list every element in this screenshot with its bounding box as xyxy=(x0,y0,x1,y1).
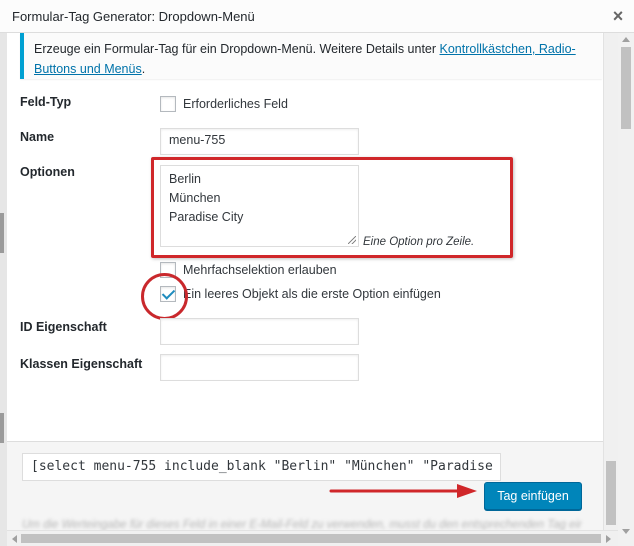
page-vertical-scrollbar[interactable] xyxy=(618,33,634,546)
scrollbar-thumb[interactable] xyxy=(21,534,601,543)
notice-text: Erzeuge ein Formular-Tag für ein Dropdow… xyxy=(34,42,440,56)
scrollbar-thumb[interactable] xyxy=(621,47,631,129)
class-attribute-input[interactable] xyxy=(160,354,359,381)
dialog-vertical-scrollbar[interactable] xyxy=(603,33,618,530)
include-blank-checkbox[interactable] xyxy=(160,286,176,302)
option-line: Berlin xyxy=(169,172,201,186)
resize-grip-icon[interactable] xyxy=(348,236,356,244)
multiple-selection-label: Mehrfachselektion erlauben xyxy=(183,263,337,277)
scroll-up-icon[interactable] xyxy=(622,37,630,42)
insert-tag-button[interactable]: Tag einfügen xyxy=(484,482,582,510)
include-blank-label: Ein leeres Objekt als die erste Option e… xyxy=(183,287,441,301)
scrollbar-thumb[interactable] xyxy=(606,461,616,525)
id-attribute-input[interactable] xyxy=(160,318,359,345)
options-label: Optionen xyxy=(20,165,75,179)
scroll-right-icon[interactable] xyxy=(606,535,611,543)
field-type-label: Feld-Typ xyxy=(20,95,72,109)
background-page-mark xyxy=(0,213,4,253)
name-input[interactable]: menu-755 xyxy=(160,128,359,155)
class-attribute-label: Klassen Eigenschaft xyxy=(20,357,143,371)
horizontal-scrollbar[interactable] xyxy=(7,530,618,546)
option-line: Paradise City xyxy=(169,210,244,224)
dialog-titlebar: Formular-Tag Generator: Dropdown-Menü × xyxy=(0,0,634,33)
background-page-edge xyxy=(0,33,7,546)
required-field-label: Erforderliches Feld xyxy=(183,97,288,111)
dialog-title: Formular-Tag Generator: Dropdown-Menü xyxy=(12,9,255,24)
options-hint: Eine Option pro Zeile. xyxy=(363,236,475,248)
close-icon[interactable]: × xyxy=(606,4,630,28)
options-textarea[interactable]: Berlin München Paradise City xyxy=(160,165,359,247)
annotation-arrow-icon xyxy=(329,484,477,498)
name-label: Name xyxy=(20,130,55,144)
option-line: München xyxy=(169,191,221,205)
info-notice: Erzeuge ein Formular-Tag für ein Dropdow… xyxy=(20,33,602,79)
background-page-mark xyxy=(0,413,4,443)
scroll-left-icon[interactable] xyxy=(12,535,17,543)
required-field-checkbox[interactable] xyxy=(160,96,176,112)
id-attribute-label: ID Eigenschaft xyxy=(20,320,107,334)
tag-code-field[interactable]: [select menu-755 include_blank "Berlin" … xyxy=(22,453,501,481)
multiple-selection-checkbox[interactable] xyxy=(160,262,176,278)
scroll-down-icon[interactable] xyxy=(622,529,630,534)
notice-suffix: . xyxy=(141,62,146,76)
